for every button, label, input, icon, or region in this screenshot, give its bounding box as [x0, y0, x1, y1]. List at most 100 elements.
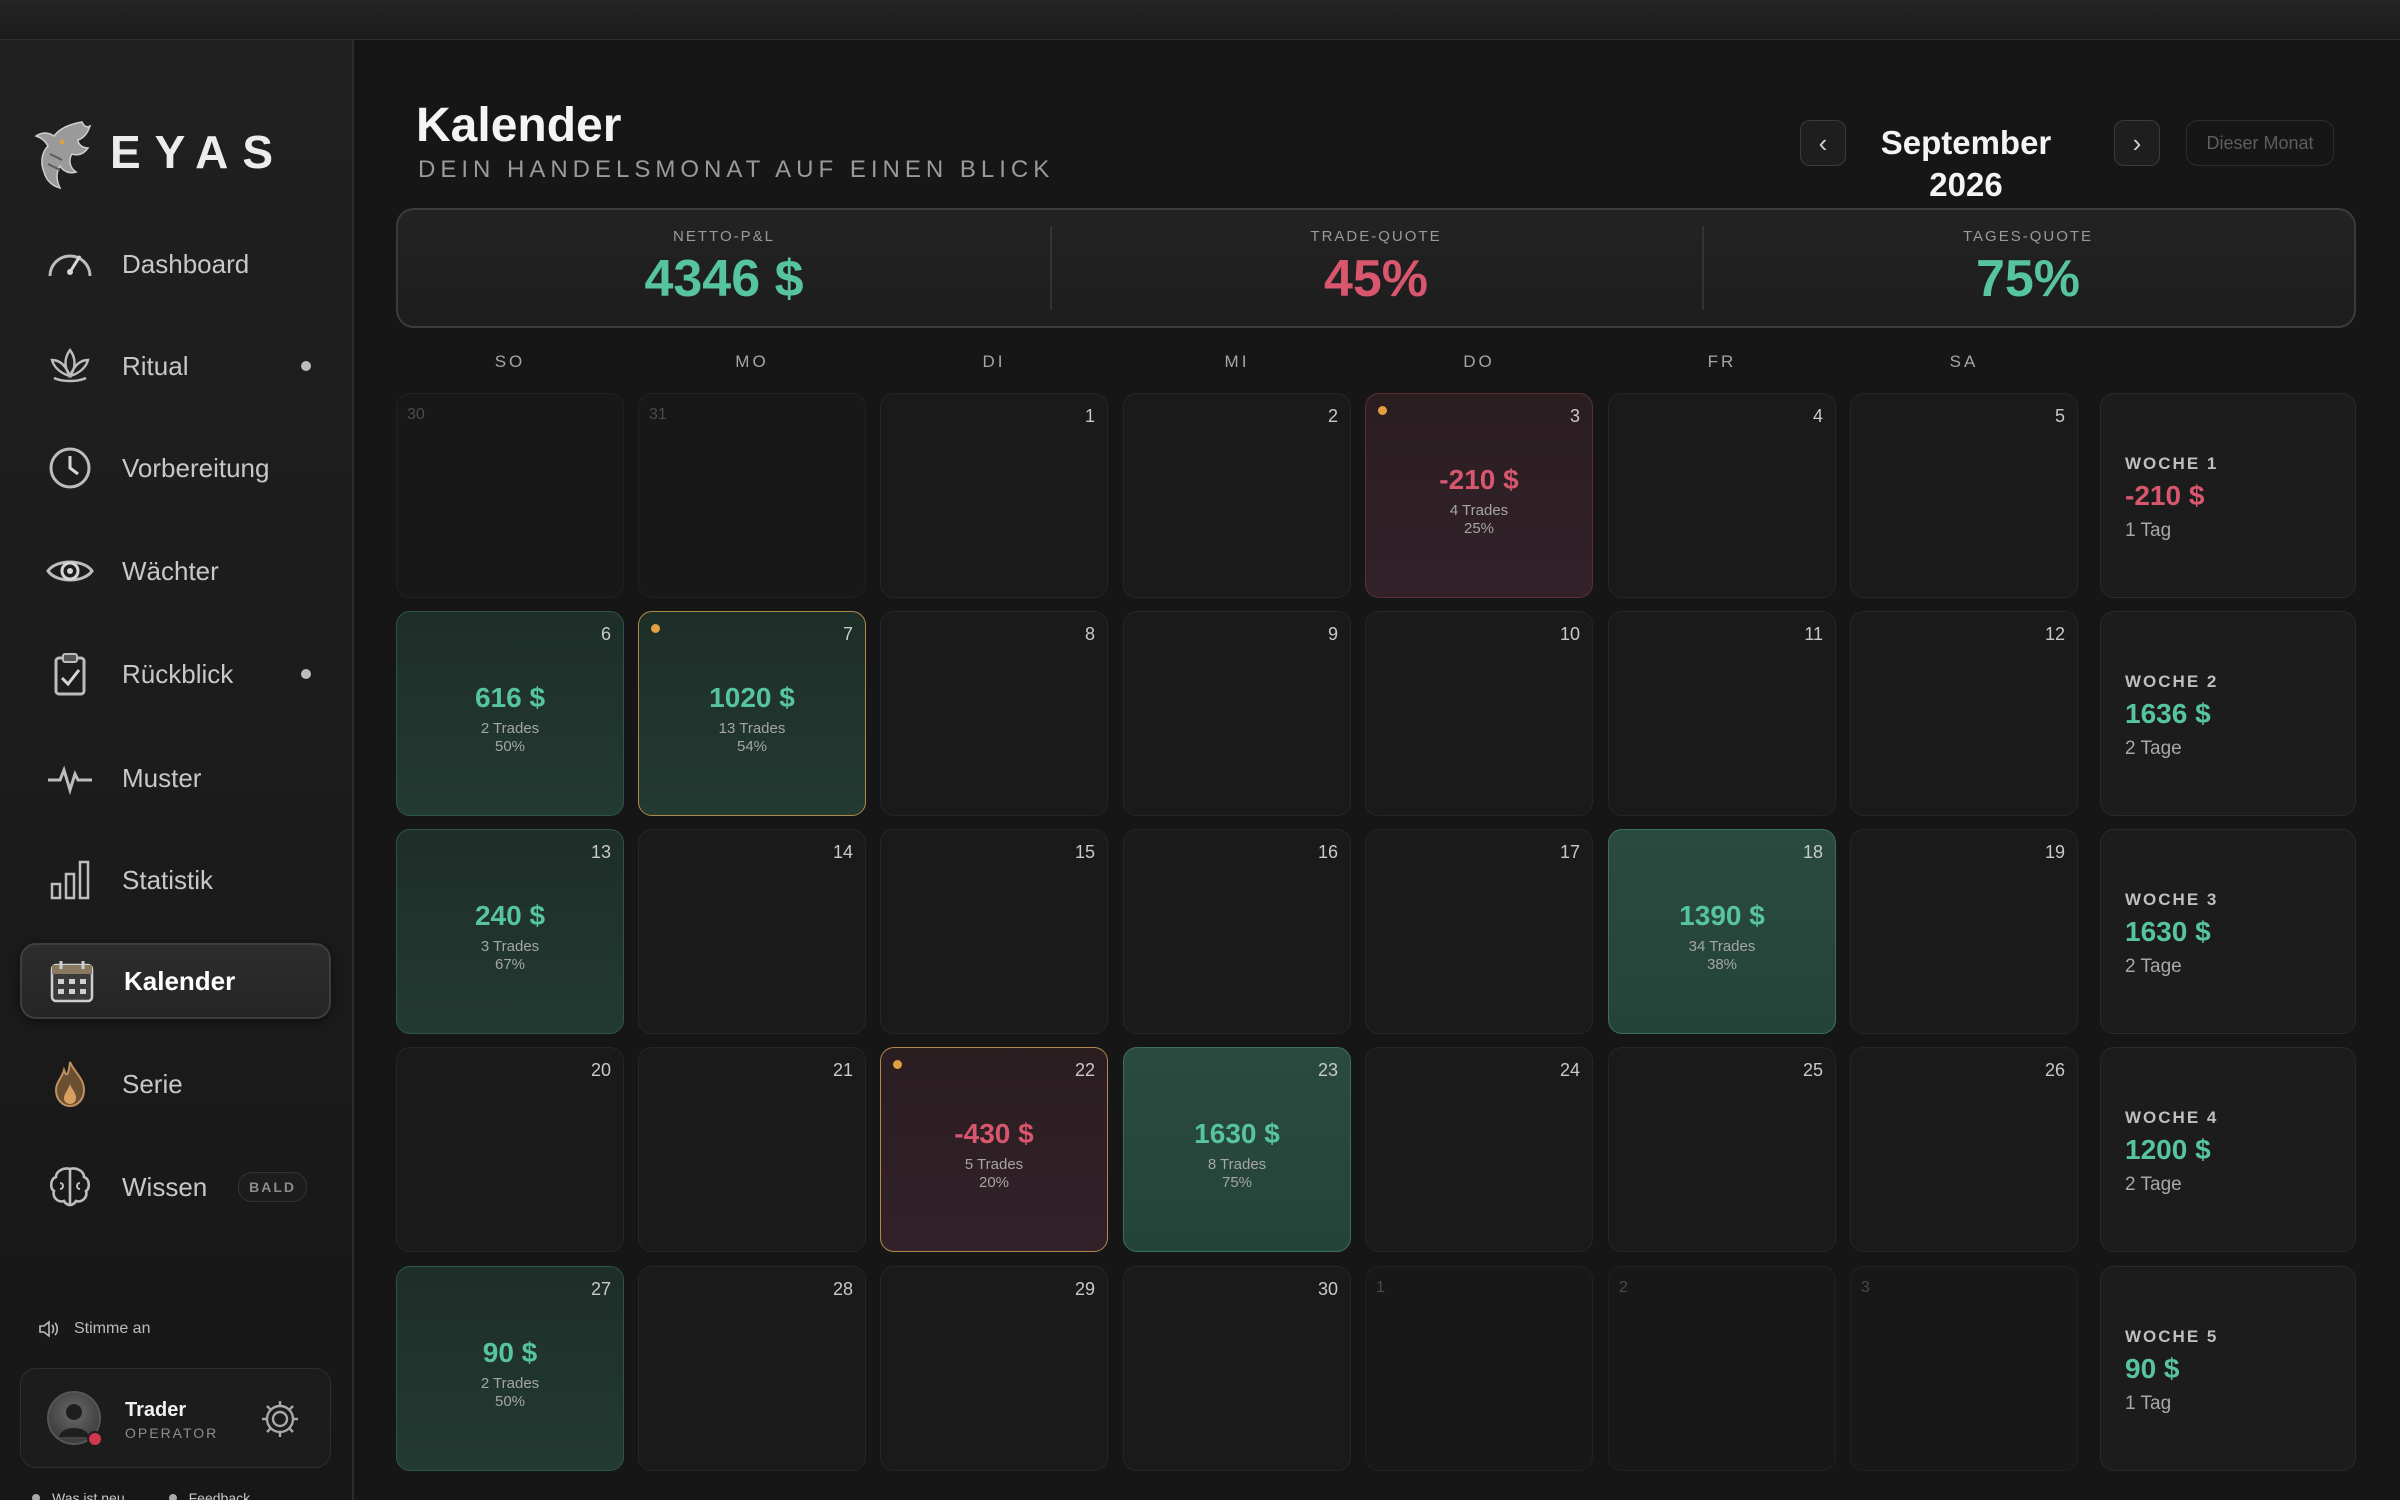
- calendar-day-trades[interactable]: 3 -210 $ 4 Trades 25%: [1365, 393, 1593, 598]
- day-number: 13: [590, 842, 611, 862]
- calendar-day[interactable]: 1: [880, 393, 1108, 598]
- stat-label: NETTO-P&L: [673, 227, 775, 245]
- prev-month-button[interactable]: ‹: [1800, 120, 1846, 166]
- day-pnl: 90 $: [482, 1337, 538, 1368]
- calendar-day-trades[interactable]: 7 1020 $ 13 Trades 54%: [638, 611, 866, 816]
- sidebar-item-muster[interactable]: Muster: [20, 740, 331, 816]
- day-trade-count: 3 Trades: [480, 938, 540, 955]
- user-card[interactable]: Trader OPERATOR: [20, 1368, 331, 1468]
- stat-value: 75%: [1975, 249, 2081, 308]
- week-pnl: 90 $: [2125, 1353, 2180, 1384]
- calendar-day[interactable]: 21: [638, 1047, 866, 1252]
- day-number: 3: [1861, 1279, 1870, 1296]
- calendar-day-trades[interactable]: 6 616 $ 2 Trades 50%: [396, 611, 624, 816]
- calendar-day-trades[interactable]: 13 240 $ 3 Trades 67%: [396, 829, 624, 1034]
- sidebar-item-serie[interactable]: Serie: [20, 1046, 331, 1122]
- calendar-day[interactable]: 1: [1365, 1266, 1593, 1471]
- calendar-day[interactable]: 12: [1850, 611, 2078, 816]
- calendar-day[interactable]: 30: [396, 393, 624, 598]
- sidebar-item-dashboard[interactable]: Dashboard: [20, 226, 331, 302]
- calendar-day[interactable]: 14: [638, 829, 866, 1034]
- calendar-day[interactable]: 28: [638, 1266, 866, 1471]
- day-number: 14: [832, 842, 853, 862]
- this-month-button[interactable]: Dieser Monat: [2186, 120, 2334, 166]
- avatar[interactable]: [47, 1391, 103, 1447]
- stat-day-quote: TAGES-QUOTE 75%: [1702, 210, 2354, 326]
- week-summary: WOCHE 3 1630 $ 2 Tage: [2100, 829, 2356, 1034]
- day-number: 10: [1559, 624, 1580, 644]
- calendar-day[interactable]: 2: [1608, 1266, 1836, 1471]
- calendar-day[interactable]: 2: [1123, 393, 1351, 598]
- week-label: WOCHE 2: [2125, 672, 2219, 691]
- calendar-day[interactable]: 11: [1608, 611, 1836, 816]
- sidebar-item-kalender[interactable]: Kalender: [20, 943, 331, 1019]
- voice-toggle[interactable]: Stimme an: [38, 1320, 150, 1338]
- weekday-header: SA: [1949, 352, 1979, 371]
- sidebar-item-label: Ritual: [122, 350, 189, 381]
- calendar-day[interactable]: 24: [1365, 1047, 1593, 1252]
- week-label: WOCHE 1: [2125, 454, 2219, 473]
- sidebar-item-wächter[interactable]: Wächter: [20, 533, 331, 609]
- calendar-day[interactable]: 17: [1365, 829, 1593, 1034]
- brain-icon: [42, 1159, 98, 1215]
- calendar-day[interactable]: 25: [1608, 1047, 1836, 1252]
- next-month-button[interactable]: ›: [2114, 120, 2160, 166]
- week-label: WOCHE 3: [2125, 890, 2219, 909]
- day-number: 26: [2044, 1060, 2065, 1080]
- day-trade-count: 8 Trades: [1207, 1156, 1267, 1173]
- page-subtitle: DEIN HANDELSMONAT AUF EINEN BLICK: [418, 156, 1055, 183]
- calendar-day[interactable]: 8: [880, 611, 1108, 816]
- day-number: 19: [2044, 842, 2065, 862]
- day-number: 8: [1084, 624, 1095, 644]
- feedback-link[interactable]: Feedback: [168, 1490, 250, 1500]
- week-summary: WOCHE 2 1636 $ 2 Tage: [2100, 611, 2356, 816]
- calendar-day[interactable]: 30: [1123, 1266, 1351, 1471]
- calendar-day[interactable]: 26: [1850, 1047, 2078, 1252]
- day-trade-count: 13 Trades: [718, 720, 786, 737]
- user-name: Trader: [125, 1399, 187, 1421]
- calendar-day-trades[interactable]: 18 1390 $ 34 Trades 38%: [1608, 829, 1836, 1034]
- calendar-day[interactable]: 4: [1608, 393, 1836, 598]
- calendar-day[interactable]: 19: [1850, 829, 2078, 1034]
- day-number: 4: [1812, 406, 1823, 426]
- day-pnl: 616 $: [474, 682, 546, 713]
- speaker-icon: [39, 1320, 59, 1338]
- calendar-day[interactable]: 3: [1850, 1266, 2078, 1471]
- calendar-day[interactable]: 9: [1123, 611, 1351, 816]
- sidebar-item-vorbereitung[interactable]: Vorbereitung: [20, 430, 331, 506]
- day-number: 2: [1619, 1279, 1628, 1296]
- week-pnl: 1630 $: [2125, 916, 2211, 947]
- calendar-day[interactable]: 5: [1850, 393, 2078, 598]
- day-number: 27: [590, 1279, 611, 1299]
- note-marker: [893, 1060, 902, 1069]
- calendar-day-trades[interactable]: 27 90 $ 2 Trades 50%: [396, 1266, 624, 1471]
- sidebar-item-rückblick[interactable]: Rückblick: [20, 636, 331, 712]
- sidebar-item-ritual[interactable]: Ritual: [20, 328, 331, 404]
- day-number: 16: [1317, 842, 1338, 862]
- calendar-day-trades[interactable]: 22 -430 $ 5 Trades 20%: [880, 1047, 1108, 1252]
- day-number: 30: [1317, 1279, 1338, 1299]
- calendar-day[interactable]: 31: [638, 393, 866, 598]
- day-pnl: -210 $: [1439, 464, 1519, 495]
- gear-icon[interactable]: [258, 1397, 302, 1441]
- flame-icon: [42, 1056, 98, 1112]
- sidebar-item-label: Statistik: [122, 864, 214, 895]
- sidebar-item-label: Kalender: [124, 965, 236, 996]
- day-win-rate: 25%: [1463, 520, 1495, 537]
- calendar-day[interactable]: 16: [1123, 829, 1351, 1034]
- calendar-day[interactable]: 15: [880, 829, 1108, 1034]
- sidebar-item-label: Dashboard: [122, 248, 250, 279]
- sidebar-item-wissen[interactable]: Wissen BALD: [20, 1149, 331, 1225]
- sidebar-item-statistik[interactable]: Statistik: [20, 842, 331, 918]
- whats-new-link[interactable]: Was ist neu: [32, 1490, 125, 1500]
- day-number: 24: [1559, 1060, 1580, 1080]
- calendar-day[interactable]: 29: [880, 1266, 1108, 1471]
- day-pnl: 1630 $: [1194, 1118, 1280, 1149]
- week-pnl: -210 $: [2125, 480, 2205, 511]
- brand-logo[interactable]: EYAS: [32, 102, 287, 202]
- week-pnl: 1200 $: [2125, 1134, 2211, 1165]
- calendar-day[interactable]: 10: [1365, 611, 1593, 816]
- calendar-day[interactable]: 20: [396, 1047, 624, 1252]
- calendar-day-trades[interactable]: 23 1630 $ 8 Trades 75%: [1123, 1047, 1351, 1252]
- stat-trade-quote: TRADE-QUOTE 45%: [1050, 210, 1702, 326]
